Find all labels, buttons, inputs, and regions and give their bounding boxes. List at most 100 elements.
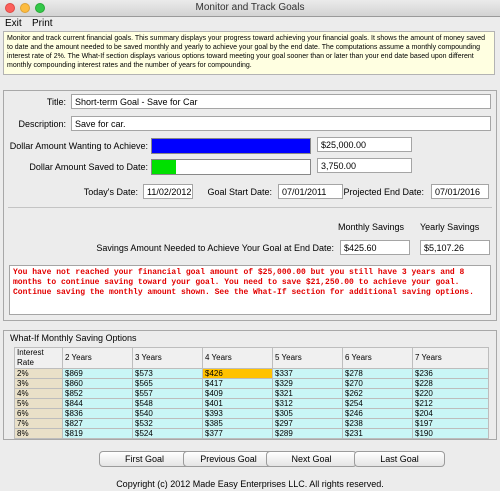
today-date-field[interactable]: 11/02/2012 [143, 184, 193, 199]
last-goal-button[interactable]: Last Goal [354, 451, 445, 467]
monthly-amount-cell[interactable]: $573 [132, 368, 203, 379]
menu-exit[interactable]: Exit [5, 18, 22, 29]
copyright-text: Copyright (c) 2012 Made Easy Enterprises… [116, 479, 384, 489]
status-message: You have not reached your financial goal… [9, 265, 491, 315]
whatif-row[interactable]: 6% $836 $540 $393 $305 $246 $204 [14, 408, 489, 419]
want-amount-field[interactable]: $25,000.00 [317, 137, 412, 152]
interest-rate-cell[interactable]: 3% [14, 378, 63, 389]
want-progress-bar [151, 138, 311, 154]
monthly-amount-cell[interactable]: $337 [272, 368, 343, 379]
monthly-amount-cell[interactable]: $426 [202, 368, 273, 379]
monthly-amount-cell[interactable]: $852 [62, 388, 133, 399]
monthly-amount-cell[interactable]: $540 [132, 408, 203, 419]
monthly-amount-cell[interactable]: $565 [132, 378, 203, 389]
monthly-amount-cell[interactable]: $278 [342, 368, 413, 379]
monthly-savings-field[interactable]: $425.60 [340, 240, 410, 255]
goal-summary-panel: Title: Short-term Goal - Save for Car De… [3, 90, 497, 321]
monthly-amount-cell[interactable]: $204 [412, 408, 489, 419]
needed-label: Savings Amount Needed to Achieve Your Go… [96, 243, 334, 253]
saved-progress-fill [152, 160, 176, 174]
whatif-row[interactable]: 5% $844 $548 $401 $312 $254 $212 [14, 398, 489, 409]
monthly-amount-cell[interactable]: $246 [342, 408, 413, 419]
monthly-amount-cell[interactable]: $197 [412, 418, 489, 429]
whatif-title: What-If Monthly Saving Options [10, 333, 137, 343]
monthly-amount-cell[interactable]: $869 [62, 368, 133, 379]
monthly-amount-cell[interactable]: $524 [132, 428, 203, 439]
menu-bar: Exit Print [0, 17, 500, 31]
monthly-savings-header: Monthly Savings [338, 222, 405, 232]
whatif-panel: What-If Monthly Saving Options Interest … [3, 330, 497, 440]
separator [8, 207, 492, 208]
monthly-amount-cell[interactable]: $228 [412, 378, 489, 389]
monthly-amount-cell[interactable]: $329 [272, 378, 343, 389]
monthly-amount-cell[interactable]: $190 [412, 428, 489, 439]
title-field[interactable]: Short-term Goal - Save for Car [71, 94, 491, 109]
interest-rate-cell[interactable]: 8% [14, 428, 63, 439]
monthly-amount-cell[interactable]: $254 [342, 398, 413, 409]
today-date-label: Today's Date: [83, 187, 138, 197]
monthly-amount-cell[interactable]: $385 [202, 418, 273, 429]
whatif-row[interactable]: 8% $819 $524 $377 $289 $231 $190 [14, 428, 489, 439]
previous-goal-button[interactable]: Previous Goal [183, 451, 274, 467]
whatif-header-cell: 6 Years [342, 347, 413, 369]
whatif-header-cell: 5 Years [272, 347, 343, 369]
title-bar: Monitor and Track Goals [0, 0, 500, 17]
monthly-amount-cell[interactable]: $289 [272, 428, 343, 439]
interest-rate-cell[interactable]: 2% [14, 368, 63, 379]
first-goal-button[interactable]: First Goal [99, 451, 190, 467]
interest-rate-cell[interactable]: 5% [14, 398, 63, 409]
yearly-savings-field[interactable]: $5,107.26 [420, 240, 490, 255]
monthly-amount-cell[interactable]: $819 [62, 428, 133, 439]
monthly-amount-cell[interactable]: $377 [202, 428, 273, 439]
description-label: Description: [18, 119, 66, 129]
whatif-header-cell: Interest Rate [14, 347, 63, 369]
monthly-amount-cell[interactable]: $305 [272, 408, 343, 419]
monthly-amount-cell[interactable]: $393 [202, 408, 273, 419]
description-field[interactable]: Save for car. [71, 116, 491, 131]
monthly-amount-cell[interactable]: $860 [62, 378, 133, 389]
next-goal-button[interactable]: Next Goal [266, 451, 357, 467]
monthly-amount-cell[interactable]: $844 [62, 398, 133, 409]
monthly-amount-cell[interactable]: $548 [132, 398, 203, 409]
whatif-row[interactable]: 3% $860 $565 $417 $329 $270 $228 [14, 378, 489, 389]
start-date-label: Goal Start Date: [207, 187, 272, 197]
saved-amount-label: Dollar Amount Saved to Date: [29, 162, 148, 172]
monthly-amount-cell[interactable]: $401 [202, 398, 273, 409]
monthly-amount-cell[interactable]: $321 [272, 388, 343, 399]
saved-amount-field[interactable]: 3,750.00 [317, 158, 412, 173]
whatif-table: Interest Rate 2 Years 3 Years 4 Years 5 Year… [14, 347, 489, 439]
monthly-amount-cell[interactable]: $532 [132, 418, 203, 429]
want-amount-label: Dollar Amount Wanting to Achieve: [9, 141, 148, 151]
monthly-amount-cell[interactable]: $212 [412, 398, 489, 409]
whatif-row[interactable]: 7% $827 $532 $385 $297 $238 $197 [14, 418, 489, 429]
interest-rate-cell[interactable]: 6% [14, 408, 63, 419]
end-date-field[interactable]: 07/01/2016 [431, 184, 489, 199]
monthly-amount-cell[interactable]: $236 [412, 368, 489, 379]
whatif-header-row: Interest Rate 2 Years 3 Years 4 Years 5 Year… [14, 347, 489, 369]
monthly-amount-cell[interactable]: $297 [272, 418, 343, 429]
monthly-amount-cell[interactable]: $312 [272, 398, 343, 409]
monthly-amount-cell[interactable]: $417 [202, 378, 273, 389]
monthly-amount-cell[interactable]: $262 [342, 388, 413, 399]
interest-rate-cell[interactable]: 4% [14, 388, 63, 399]
whatif-header-cell: 3 Years [132, 347, 203, 369]
whatif-row[interactable]: 2% $869 $573 $426 $337 $278 $236 [14, 368, 489, 379]
whatif-row[interactable]: 4% $852 $557 $409 $321 $262 $220 [14, 388, 489, 399]
title-label: Title: [46, 97, 66, 107]
monthly-amount-cell[interactable]: $827 [62, 418, 133, 429]
end-date-label: Projected End Date: [343, 187, 424, 197]
monthly-amount-cell[interactable]: $238 [342, 418, 413, 429]
info-description: Monitor and track current financial goal… [3, 31, 495, 75]
monthly-amount-cell[interactable]: $220 [412, 388, 489, 399]
monthly-amount-cell[interactable]: $409 [202, 388, 273, 399]
interest-rate-cell[interactable]: 7% [14, 418, 63, 429]
monthly-amount-cell[interactable]: $231 [342, 428, 413, 439]
menu-print[interactable]: Print [32, 18, 53, 29]
monthly-amount-cell[interactable]: $557 [132, 388, 203, 399]
monthly-amount-cell[interactable]: $270 [342, 378, 413, 389]
start-date-field[interactable]: 07/01/2011 [278, 184, 343, 199]
yearly-savings-header: Yearly Savings [420, 222, 480, 232]
monthly-amount-cell[interactable]: $836 [62, 408, 133, 419]
whatif-header-cell: 2 Years [62, 347, 133, 369]
whatif-header-cell: 4 Years [202, 347, 273, 369]
